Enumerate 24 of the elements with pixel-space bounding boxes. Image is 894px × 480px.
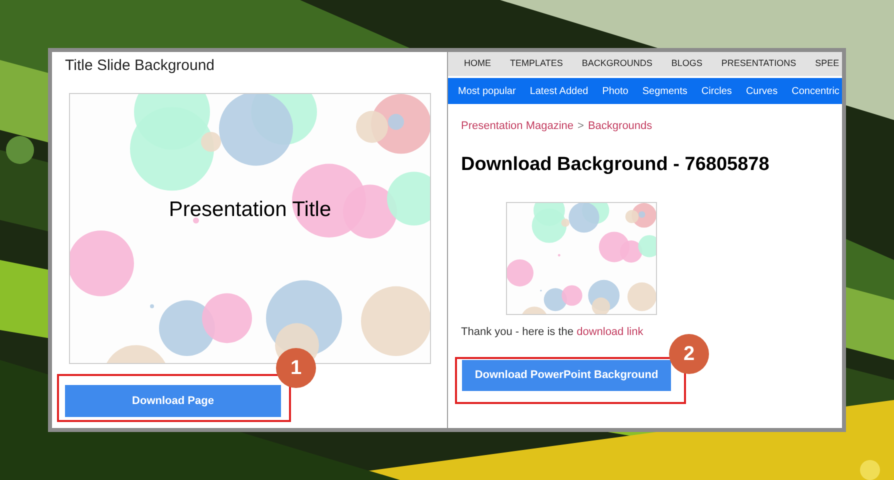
nav-link[interactable]: TEMPLATES — [510, 57, 563, 71]
category-link[interactable]: Curves — [746, 84, 778, 98]
slide-title: Presentation Title — [168, 197, 332, 223]
category-link[interactable]: Concentric — [792, 84, 840, 98]
category-link[interactable]: Photo — [602, 84, 628, 98]
download-page-button[interactable]: Download Page — [65, 385, 281, 417]
nav-link[interactable]: HOME — [464, 57, 491, 71]
breadcrumb-link[interactable]: Backgrounds — [588, 118, 652, 134]
download-powerpoint-button[interactable]: Download PowerPoint Background — [462, 360, 671, 390]
nav-link[interactable]: BACKGROUNDS — [582, 57, 652, 71]
breadcrumb-link[interactable]: Presentation Magazine — [461, 118, 574, 134]
nav-link[interactable]: BLOGS — [671, 57, 702, 71]
thank-you-message: Thank you - here is the download link — [460, 325, 644, 340]
category-link[interactable]: Circles — [701, 84, 732, 98]
category-link[interactable]: Latest Added — [530, 84, 588, 98]
nav-link[interactable]: SPEE — [815, 57, 840, 71]
category-link[interactable]: Most popular — [458, 84, 516, 98]
download-link[interactable]: download link — [576, 326, 644, 338]
breadcrumb-separator: > — [578, 119, 584, 134]
nav-link[interactable]: PRESENTATIONS — [721, 57, 796, 71]
step-badge: 2 — [669, 334, 709, 374]
page-heading: Download Background - 76805878 — [460, 152, 770, 176]
category-link[interactable]: Segments — [642, 84, 688, 98]
panel-title: Title Slide Background — [64, 56, 216, 76]
